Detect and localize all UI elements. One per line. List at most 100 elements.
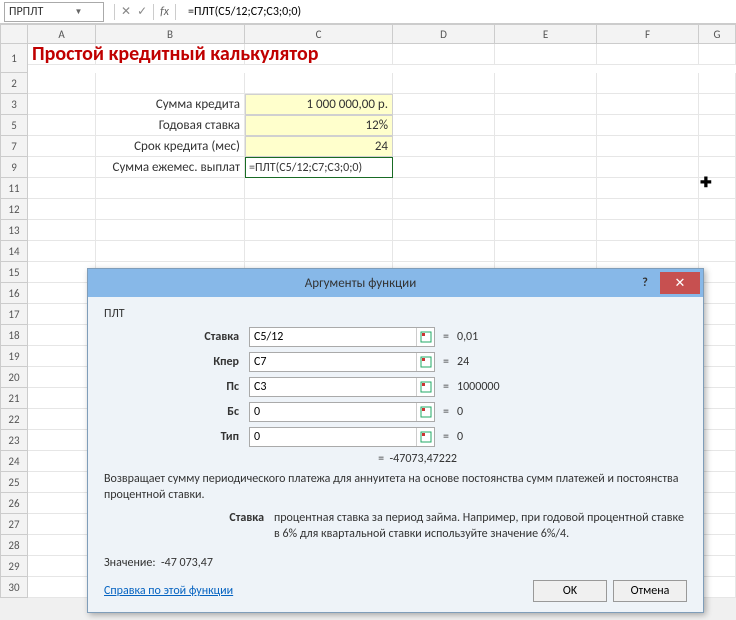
cell-label[interactable]: Срок кредита (мес) xyxy=(96,136,245,157)
row-header[interactable]: 11 xyxy=(0,178,28,199)
cell-label[interactable]: Сумма кредита xyxy=(96,94,245,115)
cell[interactable] xyxy=(28,535,96,556)
cell[interactable] xyxy=(495,73,597,94)
cell[interactable] xyxy=(699,262,736,283)
cell[interactable] xyxy=(597,44,699,65)
cell[interactable] xyxy=(28,409,96,430)
arg-input[interactable] xyxy=(250,353,416,371)
cell[interactable] xyxy=(495,157,597,178)
col-header[interactable]: G xyxy=(699,24,736,44)
name-box-dropdown-icon[interactable]: ▼ xyxy=(54,7,103,17)
dialog-titlebar[interactable]: Аргументы функции ? ✕ xyxy=(88,269,703,297)
cell-label[interactable]: Годовая ставка xyxy=(96,115,245,136)
row-header[interactable]: 24 xyxy=(0,451,28,472)
cell[interactable] xyxy=(96,241,245,262)
row-header[interactable]: 28 xyxy=(0,535,28,556)
row-header[interactable]: 27 xyxy=(0,514,28,535)
cell[interactable] xyxy=(28,472,96,493)
row-header[interactable]: 15 xyxy=(0,262,28,283)
cell[interactable] xyxy=(495,94,597,115)
cell[interactable] xyxy=(393,220,495,241)
range-picker-icon[interactable] xyxy=(416,403,434,421)
row-header[interactable]: 26 xyxy=(0,493,28,514)
cell[interactable] xyxy=(28,304,96,325)
cell[interactable] xyxy=(393,73,495,94)
row-header[interactable]: 13 xyxy=(0,220,28,241)
cell[interactable] xyxy=(393,157,495,178)
dialog-close-button[interactable]: ✕ xyxy=(660,272,700,294)
cell[interactable] xyxy=(96,178,245,199)
cell[interactable] xyxy=(699,346,736,367)
cell[interactable] xyxy=(28,493,96,514)
ok-button[interactable]: OK xyxy=(533,580,607,602)
cell[interactable] xyxy=(28,157,96,178)
cell[interactable] xyxy=(28,367,96,388)
cell[interactable] xyxy=(28,262,96,283)
range-picker-icon[interactable] xyxy=(416,328,434,346)
cell[interactable] xyxy=(28,346,96,367)
cell[interactable] xyxy=(699,367,736,388)
cell[interactable] xyxy=(393,44,495,65)
cell[interactable] xyxy=(699,577,736,598)
col-header[interactable]: F xyxy=(597,24,699,44)
name-box[interactable]: ПРПЛТ ▼ xyxy=(4,2,104,22)
cell[interactable] xyxy=(699,535,736,556)
col-header[interactable]: E xyxy=(495,24,597,44)
cell[interactable] xyxy=(495,199,597,220)
row-header[interactable]: 30 xyxy=(0,577,28,598)
cell[interactable] xyxy=(495,241,597,262)
cell-value[interactable]: 12% xyxy=(245,115,393,136)
cell-value[interactable]: 1 000 000,00 р. xyxy=(245,94,393,115)
cell-value[interactable]: 24 xyxy=(245,136,393,157)
cell[interactable] xyxy=(495,44,597,65)
accept-formula-icon[interactable]: ✓ xyxy=(137,4,147,19)
row-header[interactable]: 1 xyxy=(0,44,28,73)
row-header[interactable]: 17 xyxy=(0,304,28,325)
cell[interactable] xyxy=(699,556,736,577)
cell[interactable] xyxy=(28,388,96,409)
row-header[interactable]: 12 xyxy=(0,199,28,220)
cell[interactable] xyxy=(699,220,736,241)
cell[interactable] xyxy=(699,44,736,65)
cell[interactable] xyxy=(699,325,736,346)
cell[interactable] xyxy=(699,241,736,262)
cell[interactable] xyxy=(597,115,699,136)
cell[interactable] xyxy=(495,136,597,157)
cell[interactable] xyxy=(393,94,495,115)
cell[interactable] xyxy=(495,178,597,199)
cell[interactable] xyxy=(28,220,96,241)
cell[interactable] xyxy=(699,136,736,157)
cell[interactable] xyxy=(28,325,96,346)
cell-label[interactable]: Сумма ежемес. выплат xyxy=(96,157,245,178)
cell[interactable] xyxy=(699,451,736,472)
cell[interactable] xyxy=(699,514,736,535)
range-picker-icon[interactable] xyxy=(416,353,434,371)
row-header[interactable]: 18 xyxy=(0,325,28,346)
cell[interactable] xyxy=(699,388,736,409)
cell[interactable] xyxy=(597,157,699,178)
cell[interactable] xyxy=(699,94,736,115)
cell[interactable] xyxy=(28,451,96,472)
fx-icon[interactable]: fx xyxy=(160,5,169,19)
cancel-formula-icon[interactable]: ✕ xyxy=(121,4,131,19)
cell[interactable]: Простой кредитный калькулятор xyxy=(28,44,96,65)
active-cell[interactable]: =ПЛТ(C5/12;C7;C3;0;0) xyxy=(245,157,393,178)
row-header[interactable]: 2 xyxy=(0,73,28,94)
row-header[interactable]: 16 xyxy=(0,283,28,304)
cell[interactable] xyxy=(28,514,96,535)
cell[interactable] xyxy=(96,73,245,94)
cell[interactable] xyxy=(597,178,699,199)
cell[interactable] xyxy=(699,472,736,493)
cell[interactable] xyxy=(28,136,96,157)
cell[interactable] xyxy=(28,199,96,220)
row-header[interactable]: 3 xyxy=(0,94,28,115)
cell[interactable] xyxy=(597,199,699,220)
cell[interactable] xyxy=(96,220,245,241)
row-header[interactable]: 22 xyxy=(0,409,28,430)
col-header[interactable]: A xyxy=(28,24,96,44)
cell[interactable] xyxy=(597,220,699,241)
row-header[interactable]: 23 xyxy=(0,430,28,451)
row-header[interactable]: 5 xyxy=(0,115,28,136)
range-picker-icon[interactable] xyxy=(416,428,434,446)
arg-input[interactable] xyxy=(250,328,416,346)
